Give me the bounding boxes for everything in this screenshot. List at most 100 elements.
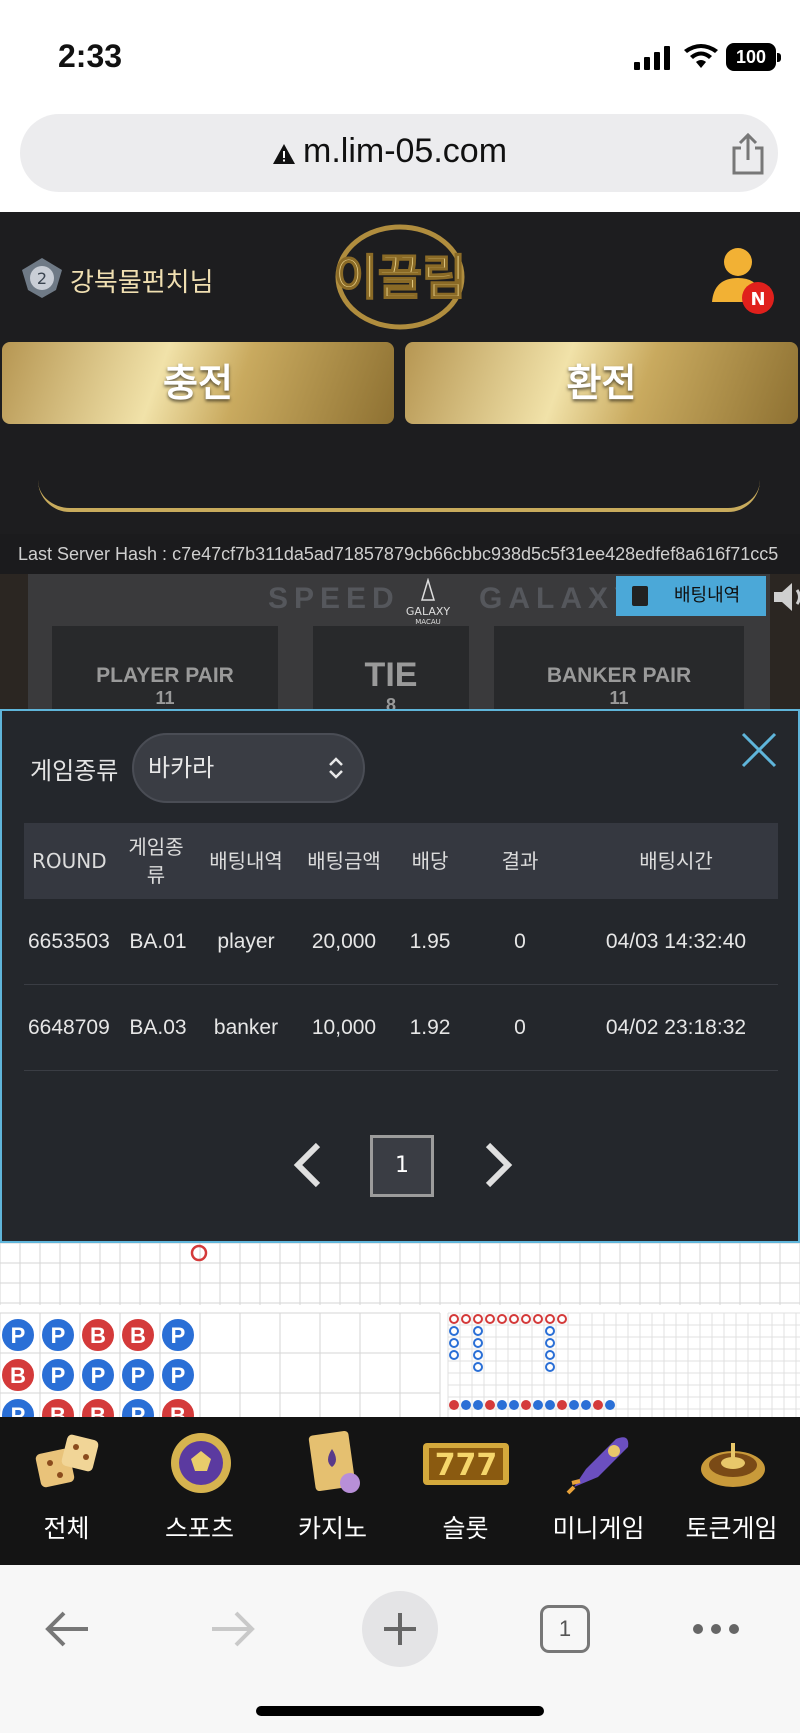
road-mark [190,1244,208,1262]
category-all[interactable]: 전체 [0,1417,133,1565]
page-number[interactable]: 1 [370,1135,434,1197]
small-road-mark [557,1314,567,1324]
tie-box[interactable]: TIE 8 [313,626,469,709]
bead-mark-label: P [11,1323,26,1348]
bet-history-modal: 게임종류 바카라 ROUND 게임종류 배팅내역 배팅금액 배당 결과 배팅시간… [0,709,800,1243]
banker-pair-box[interactable]: BANKER PAIR 11 [494,626,744,709]
small-road-mark [497,1400,507,1410]
small-road-mark [533,1314,543,1324]
small-road-mark [545,1338,555,1348]
bet-amount-cell: 10,000 [311,1016,377,1039]
category-label: 전체 [43,1514,90,1543]
withdraw-button[interactable]: 환전 [405,342,798,424]
table-row[interactable]: 6653503 BA.01 player 20,000 1.95 0 04/03… [24,899,778,985]
bead-mark-label: P [131,1363,146,1388]
bead-mark-label: B [90,1403,106,1417]
column-header: 게임종류 [128,835,184,887]
small-road-mark [473,1362,483,1372]
site-header: 2 강북물펀치님 이끌림 N 충전 환전 Last Server Hash : … [0,212,800,574]
category-token-game[interactable]: 토큰게임 [665,1417,798,1565]
speaker-icon[interactable] [772,580,800,614]
new-tab-button[interactable] [362,1591,438,1667]
small-road-mark [473,1400,483,1410]
chevron-up-down-icon [329,757,343,779]
small-road-mark [605,1400,615,1410]
cards-icon [308,1431,360,1493]
tie-count: 8 [385,695,396,709]
player-pair-label: PLAYER PAIR [96,664,234,687]
bead-mark-label: P [131,1403,146,1417]
bead-mark-label: B [170,1403,186,1417]
slot-777-text: 777 [435,1448,498,1483]
small-road-mark [521,1314,531,1324]
small-road-mark [533,1400,543,1410]
wifi-icon [684,44,718,68]
site-logo[interactable]: 이끌림 [320,222,480,332]
player-pair-box[interactable]: PLAYER PAIR 11 [52,626,278,709]
small-road-mark [497,1314,507,1324]
tabs-button[interactable]: 1 [540,1605,590,1653]
level-badge-icon: 2 [22,258,62,298]
battery-indicator: 100 [726,43,781,71]
game-title-left: SPEED [268,582,400,615]
bet-time-cell: 04/03 14:32:40 [605,930,747,953]
back-arrow-icon[interactable] [42,1607,92,1651]
small-road-mark [473,1314,483,1324]
bead-mark-label: B [90,1323,106,1348]
server-hash: Last Server Hash : c7e47cf7b311da5ad7185… [0,534,800,574]
gold-divider [38,480,760,512]
column-header: 배팅내역 [209,849,283,873]
bet-time-cell: 04/02 23:18:32 [605,1016,747,1039]
game-type-label: 게임종류 [30,757,119,785]
plus-icon [384,1613,416,1645]
bead-mark-label: P [51,1363,66,1388]
table-row[interactable]: 6648709 BA.03 banker 10,000 1.92 0 04/02… [24,985,778,1071]
small-road-mark [473,1326,483,1336]
share-icon[interactable] [726,132,770,176]
round-cell: 6653503 [28,930,110,953]
more-icon[interactable] [690,1621,742,1637]
small-road-mark [581,1400,591,1410]
small-road-mark [449,1314,459,1324]
category-casino[interactable]: 카지노 [266,1417,399,1565]
category-slot[interactable]: 777 슬롯 [399,1417,532,1565]
close-icon[interactable] [740,731,778,769]
game-type-select[interactable]: 바카라 [132,733,365,803]
category-label: 슬롯 [442,1514,489,1543]
username: 강북물펀치님 [70,268,214,298]
charge-button[interactable]: 충전 [2,342,394,424]
small-road-mark [545,1362,555,1372]
category-label: 스포츠 [164,1514,234,1543]
chevron-right-icon[interactable] [480,1141,516,1189]
small-road-mark [545,1350,555,1360]
address-bar[interactable]: m.lim-05.com [20,114,778,192]
svg-text:2: 2 [37,269,47,288]
column-header: 결과 [501,849,539,873]
bet-history-table: ROUND 게임종류 배팅내역 배팅금액 배당 결과 배팅시간 6653503 … [24,823,778,1071]
small-road-mark [449,1400,459,1410]
bead-mark-label: B [130,1323,146,1348]
small-road-mark [461,1314,471,1324]
small-road-mark [557,1400,567,1410]
bet-amount-cell: 20,000 [311,930,377,953]
category-minigame[interactable]: 미니게임 [532,1417,665,1565]
profile-icon[interactable]: N [710,244,776,316]
small-road-mark [449,1338,459,1348]
small-road-mark [509,1314,519,1324]
status-time: 2:33 [58,38,123,74]
rocket-icon [566,1437,629,1495]
odds-cell: 1.95 [409,930,451,953]
category-sports[interactable]: 스포츠 [133,1417,266,1565]
bet-history-button[interactable]: 배팅내역 [616,576,766,616]
svg-text:이끌림: 이끌림 [334,250,466,306]
document-icon [632,586,648,606]
bead-mark-label: P [171,1363,186,1388]
roulette-icon [701,1443,765,1487]
column-header: 배팅시간 [639,849,713,873]
chevron-left-icon[interactable] [290,1141,326,1189]
galaxy-star-icon [420,577,436,601]
small-road-mark [545,1314,555,1324]
bet-choice-cell: banker [213,1016,279,1039]
bead-mark-label: B [50,1403,66,1417]
soccer-ball-icon [171,1433,231,1493]
